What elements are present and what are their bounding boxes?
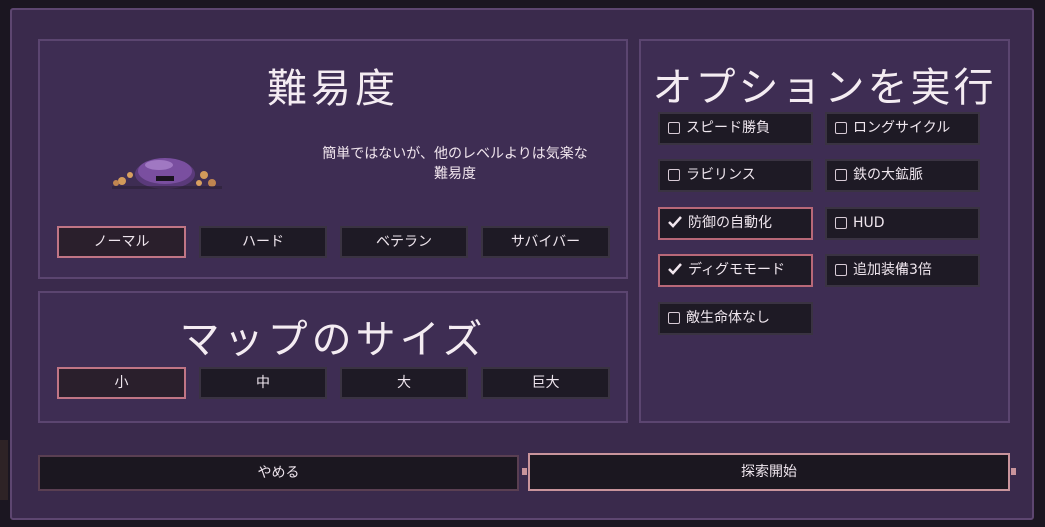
description-line-1: 簡単ではないが、他のレベルよりは気楽な — [322, 146, 588, 162]
background-edge — [0, 440, 8, 500]
difficulty-panel: 難易度 簡単ではないが、他のレベルよりは気楽な 難易度 ノーマル ハード ベテラ… — [38, 39, 628, 279]
checkbox-empty-icon — [835, 217, 847, 229]
option-auto-defense[interactable]: 防御の自動化 — [658, 207, 813, 240]
difficulty-description: 簡単ではないが、他のレベルよりは気楽な 難易度 — [290, 144, 620, 184]
checkbox-empty-icon — [835, 169, 847, 181]
option-label: 追加装備3倍 — [853, 262, 932, 278]
difficulty-veteran-button[interactable]: ベテラン — [340, 226, 468, 258]
checkbox-empty-icon — [668, 312, 680, 324]
checkmark-icon — [668, 263, 682, 276]
option-label: スピード勝負 — [686, 120, 770, 136]
map-size-title: マップのサイズ — [179, 317, 487, 363]
description-line-2: 難易度 — [434, 166, 476, 182]
option-label: 鉄の大鉱脈 — [853, 167, 923, 183]
option-label: ロングサイクル — [853, 120, 951, 136]
run-options-title: オプションを実行 — [652, 65, 997, 111]
map-size-medium-button[interactable]: 中 — [199, 367, 327, 399]
difficulty-survivor-button[interactable]: サバイバー — [481, 226, 610, 258]
difficulty-hard-button[interactable]: ハード — [199, 226, 327, 258]
difficulty-normal-button[interactable]: ノーマル — [57, 226, 186, 258]
option-great-iron-vein[interactable]: 鉄の大鉱脈 — [825, 159, 980, 192]
option-no-enemies[interactable]: 敵生命体なし — [658, 302, 813, 335]
option-label: ディグモモード — [688, 262, 786, 278]
cancel-button[interactable]: やめる — [38, 455, 519, 491]
option-label: 防御の自動化 — [688, 215, 772, 231]
checkmark-icon — [668, 216, 682, 229]
map-size-small-button[interactable]: 小 — [57, 367, 186, 399]
map-size-large-button[interactable]: 大 — [340, 367, 468, 399]
option-label: 敵生命体なし — [686, 310, 770, 326]
option-hud[interactable]: HUD — [825, 207, 980, 240]
checkbox-empty-icon — [668, 169, 680, 181]
option-digmo-mode[interactable]: ディグモモード — [658, 254, 813, 287]
option-label: ラビリンス — [686, 167, 756, 183]
option-long-cycle[interactable]: ロングサイクル — [825, 112, 980, 145]
option-speed-run[interactable]: スピード勝負 — [658, 112, 813, 145]
map-size-huge-button[interactable]: 巨大 — [481, 367, 610, 399]
run-options-panel: オプションを実行 スピード勝負 ロングサイクル ラビリンス 鉄の大鉱脈 防御の自… — [639, 39, 1010, 423]
option-triple-equipment[interactable]: 追加装備3倍 — [825, 254, 980, 287]
start-exploration-button[interactable]: 探索開始 — [522, 453, 1016, 491]
checkbox-empty-icon — [835, 122, 847, 134]
checkbox-empty-icon — [835, 264, 847, 276]
creature-sprite-icon — [112, 158, 222, 189]
checkbox-empty-icon — [668, 122, 680, 134]
difficulty-title: 難易度 — [267, 66, 399, 112]
option-labyrinth[interactable]: ラビリンス — [658, 159, 813, 192]
map-size-panel: マップのサイズ 小 中 大 巨大 — [38, 291, 628, 423]
option-label: HUD — [853, 215, 885, 231]
